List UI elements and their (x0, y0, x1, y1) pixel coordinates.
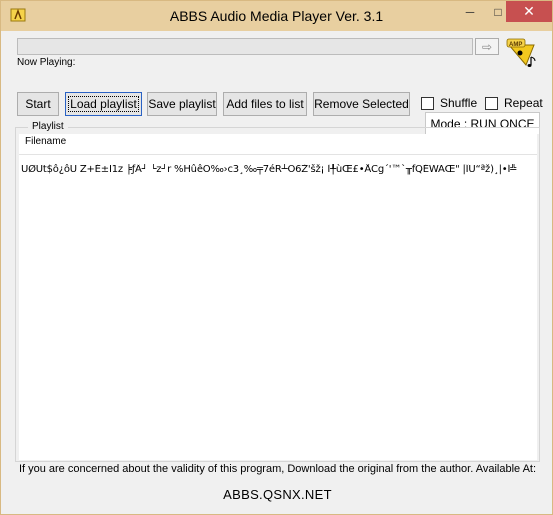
add-files-label: Add files to list (226, 97, 304, 111)
playlist-listview[interactable]: Filename ÛØÙt$ô¿ôÙ Z+É±I1z ╞ƒÂ┘ └z┘r %Hû… (19, 134, 537, 460)
start-button[interactable]: Start (17, 92, 59, 116)
progress-bar[interactable] (17, 38, 473, 55)
now-playing-label: Now Playing: (17, 57, 76, 68)
load-playlist-label: Load playlist (68, 96, 139, 112)
arrow-right-button[interactable]: ⇨ (475, 38, 499, 55)
playlist-group: Playlist Filename ÛØÙt$ô¿ôÙ Z+É±I1z ╞ƒÂ┘… (15, 121, 540, 462)
minimize-button[interactable]: ─ (456, 1, 484, 22)
svg-text:AMP: AMP (509, 42, 522, 48)
repeat-label: Repeat (504, 96, 543, 110)
filename-column-header[interactable]: Filename (25, 136, 66, 147)
repeat-checkbox-box[interactable] (485, 96, 498, 110)
app-window: ABBS Audio Media Player Ver. 3.1 ─ □ ✕ ⇨… (0, 0, 553, 515)
repeat-checkbox[interactable]: Repeat (485, 96, 543, 110)
playlist-group-label: Playlist (28, 121, 68, 132)
start-button-label: Start (25, 97, 51, 111)
client-area: ⇨ AMP Now Playing: Start Load playlist S… (9, 31, 546, 508)
add-files-button[interactable]: Add files to list (223, 92, 307, 116)
save-playlist-label: Save playlist (148, 97, 216, 111)
shuffle-label: Shuffle (440, 96, 478, 110)
save-playlist-button[interactable]: Save playlist (147, 92, 217, 116)
amp-music-logo: AMP (506, 38, 536, 67)
title-bar[interactable]: ABBS Audio Media Player Ver. 3.1 ─ □ ✕ (1, 1, 552, 31)
header-divider (19, 154, 537, 155)
remove-selected-label: Remove Selected (314, 97, 409, 111)
shuffle-checkbox-box[interactable] (421, 96, 434, 110)
shuffle-checkbox[interactable]: Shuffle (421, 96, 477, 110)
author-site: ABBS.QSNX.NET (223, 487, 332, 502)
remove-selected-button[interactable]: Remove Selected (313, 92, 410, 116)
close-button[interactable]: ✕ (506, 1, 552, 22)
validity-note: If you are concerned about the validity … (18, 463, 537, 475)
load-playlist-button[interactable]: Load playlist (65, 92, 142, 116)
list-item[interactable]: ÛØÙt$ô¿ôÙ Z+É±I1z ╞ƒÂ┘ └z┘r %HûêÖ‰›c3¸‰╤… (21, 164, 537, 178)
